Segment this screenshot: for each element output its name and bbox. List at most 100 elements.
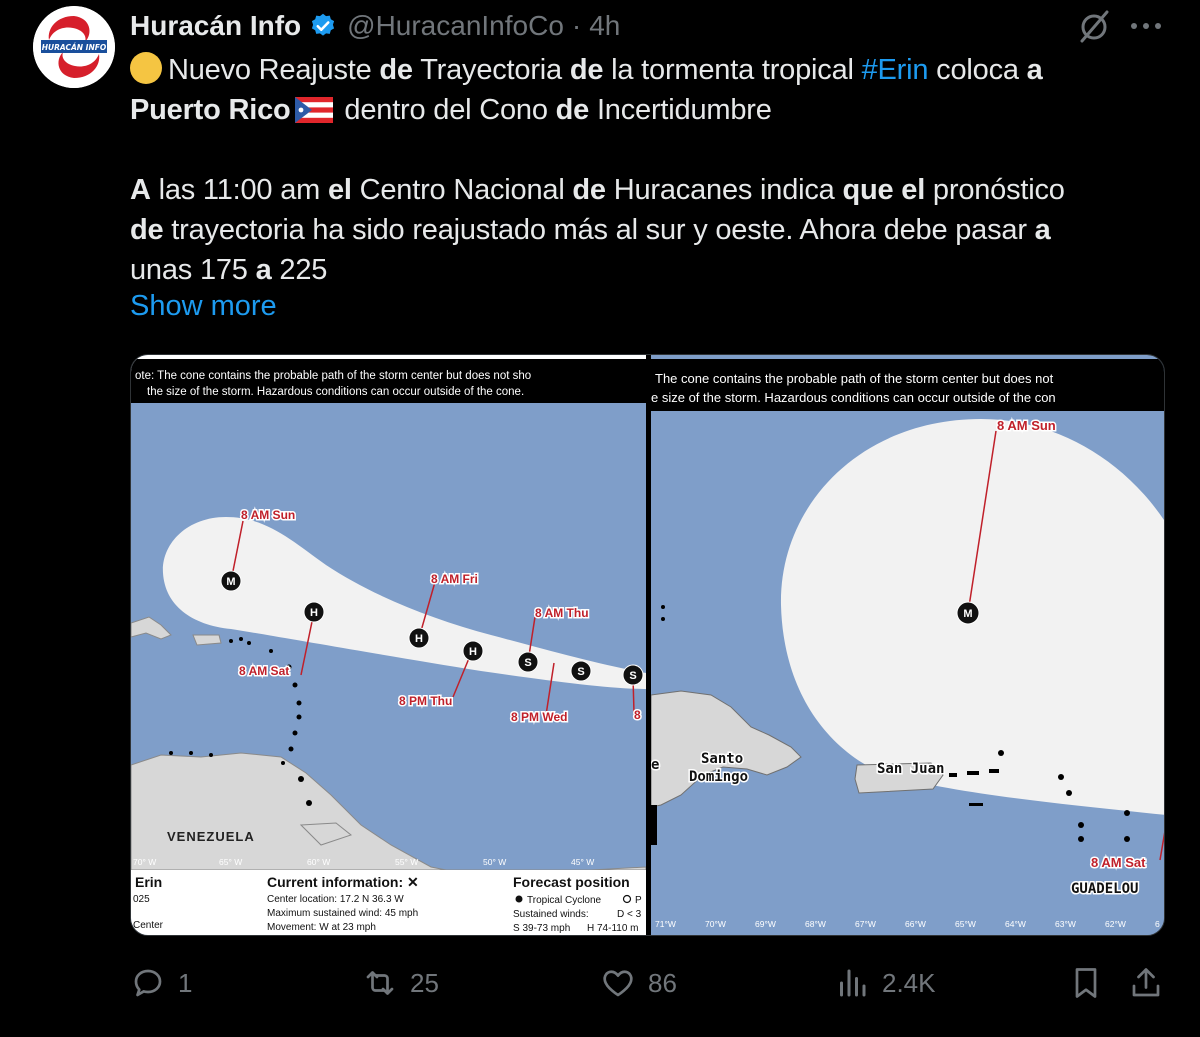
text-span-bold: de	[379, 54, 413, 86]
legend-cyclone: Tropical Cyclone	[527, 895, 602, 906]
tweet-header: Huracán Info @HuracanInfoCo · 4h	[130, 6, 620, 46]
label-domingo: Domingo	[689, 769, 748, 785]
avatar[interactable]: HURACÁN INFO	[33, 6, 115, 88]
label-8am-sat: 8 AM Sat	[1091, 855, 1146, 870]
text-span: unas 175	[130, 254, 256, 286]
text-span: Trayectoria	[412, 54, 570, 86]
share-button[interactable]	[1128, 960, 1164, 1006]
marker-m: M	[963, 608, 972, 620]
text-span: las 11:00 am	[150, 174, 328, 206]
text-span: Huracanes indica	[605, 174, 843, 206]
lon-tick: 63°W	[1055, 919, 1076, 929]
text-span: Centro Nacional	[351, 174, 573, 206]
bookmark-button[interactable]	[1068, 960, 1104, 1006]
label-8pm-wed: 8 PM Wed	[511, 710, 567, 724]
view-count: 2.4K	[882, 967, 936, 998]
cone-note-line-2: the size of the storm. Hazardous conditi…	[147, 386, 524, 398]
text-span-bold: el	[327, 174, 352, 206]
lon-tick: 71°W	[655, 919, 676, 929]
retweet-count: 25	[410, 967, 439, 998]
hashtag-link[interactable]: #Erin	[862, 54, 929, 86]
timestamp[interactable]: 4h	[589, 10, 620, 42]
label-8pm-thu: 8 PM Thu	[399, 694, 452, 708]
current-info-title: Current information: ✕	[267, 874, 419, 890]
yellow-circle-emoji-icon	[130, 52, 162, 84]
cone-note-line-2: e size of the storm. Hazardous condition…	[651, 390, 1056, 405]
marker-s: S	[629, 670, 636, 682]
bookmark-icon	[1075, 968, 1097, 998]
text-span: 225	[271, 254, 328, 286]
lon-tick: 55° W	[395, 857, 418, 867]
legend-p: P	[635, 895, 642, 906]
lon-tick: 65°W	[955, 919, 976, 929]
label-edge: e	[651, 757, 659, 773]
label-8am-sat: 8 AM Sat	[239, 664, 289, 678]
grok-icon[interactable]	[1076, 9, 1112, 45]
text-span: Nuevo Reajuste	[168, 54, 380, 86]
marker-h: H	[310, 607, 318, 619]
legend-d: D < 3	[617, 909, 642, 920]
lon-tick: 67°W	[855, 919, 876, 929]
hurricane-logo-icon: HURACÁN INFO	[33, 6, 115, 88]
lon-tick: 60° W	[307, 857, 330, 867]
tweet-paragraph-2: A las 11:00 am el Centro Nacional de Hur…	[130, 170, 1170, 290]
retweet-button[interactable]: 25	[362, 960, 439, 1006]
label-8am-sun: 8 AM Sun	[241, 508, 295, 522]
forecast-cone-map-zoom[interactable]: The cone contains the probable path of t…	[651, 355, 1164, 935]
handle[interactable]: @HuracanInfoCo	[347, 10, 564, 42]
lon-tick: 62°W	[1105, 919, 1126, 929]
more-icon[interactable]	[1128, 14, 1164, 38]
forecast-position-title: Forecast position	[513, 874, 630, 890]
text-span: coloca	[928, 54, 1027, 86]
text-span-bold: a	[255, 254, 272, 286]
show-more-link[interactable]: Show more	[130, 290, 277, 323]
movement: Movement: W at 23 mph	[267, 922, 376, 933]
label-8am-sun: 8 AM Sun	[997, 418, 1056, 433]
lon-tick: 50° W	[483, 857, 506, 867]
marker-s: S	[577, 666, 584, 678]
marker-m: M	[226, 576, 235, 588]
text-span-bold: Puerto Rico	[130, 94, 291, 126]
label-8am-fri: 8 AM Fri	[431, 572, 478, 586]
tweet: HURACÁN INFO Huracán Info @HuracanInfoCo…	[0, 0, 1200, 1037]
like-count: 86	[648, 967, 677, 998]
cone-note-line-1: The cone contains the probable path of t…	[655, 371, 1054, 386]
share-icon	[1132, 968, 1160, 997]
lon-tick: 69°W	[755, 919, 776, 929]
reply-button[interactable]: 1	[130, 960, 192, 1006]
marker-s: S	[524, 657, 531, 669]
lon-tick: 66°W	[905, 919, 926, 929]
tweet-paragraph-1: Nuevo Reajuste de Trayectoria de la torm…	[130, 50, 1170, 130]
max-wind: Maximum sustained wind: 45 mph	[267, 908, 418, 919]
reply-count: 1	[178, 967, 193, 998]
forecast-cone-map-wide[interactable]: ote: The cone contains the probable path…	[131, 355, 646, 935]
text-span-bold: a	[1026, 54, 1043, 86]
text-span-bold: de	[555, 94, 590, 126]
marker-h: H	[469, 646, 477, 658]
like-button[interactable]: 86	[600, 960, 677, 1006]
lon-tick: 68°W	[805, 919, 826, 929]
display-name[interactable]: Huracán Info	[130, 10, 301, 42]
text-span: la tormenta tropical	[603, 54, 862, 86]
lon-tick: 70°W	[705, 919, 726, 929]
text-span: dentro del Cono	[336, 94, 556, 126]
lon-tick: 6	[1155, 919, 1160, 929]
lon-tick: 70° W	[133, 857, 156, 867]
label-santo: Santo	[701, 751, 743, 767]
text-span-bold: de	[569, 54, 604, 86]
views-icon	[840, 969, 866, 997]
center-location: Center location: 17.2 N 36.3 W	[267, 894, 404, 905]
views-button[interactable]: 2.4K	[834, 960, 936, 1006]
sustained-winds: Sustained winds:	[513, 909, 589, 920]
retweet-icon	[366, 971, 394, 995]
separator-dot: ·	[571, 10, 582, 41]
tweet-text: Nuevo Reajuste de Trayectoria de la torm…	[130, 50, 1170, 290]
storm-year: 025	[133, 894, 150, 905]
text-span-bold: de	[130, 214, 164, 246]
heart-icon	[603, 970, 633, 997]
cone-note-line-1: ote: The cone contains the probable path…	[135, 370, 531, 382]
puerto-rico-flag-icon	[294, 97, 333, 123]
verified-badge-icon	[312, 13, 335, 36]
marker-h: H	[415, 633, 423, 645]
